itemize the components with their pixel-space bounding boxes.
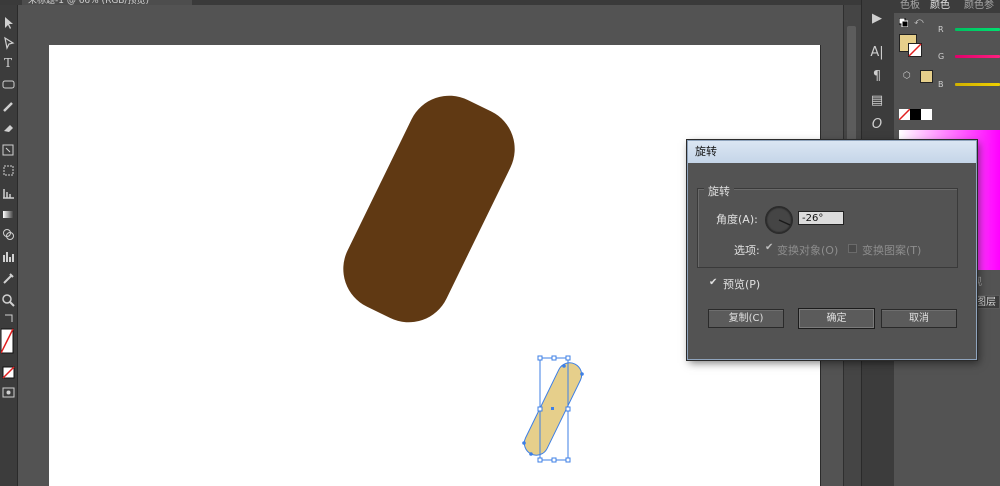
rotate-group-title: 旋转 <box>704 183 734 199</box>
shape-builder-tool-icon[interactable] <box>1 227 16 242</box>
angle-input[interactable]: -26° <box>798 211 844 225</box>
tab-color[interactable]: 颜色 <box>930 0 950 13</box>
r-slider[interactable] <box>955 28 1000 31</box>
color-panel-tabs: 色板 颜色 颜色参 <box>894 0 1000 13</box>
graph-tool-icon[interactable] <box>1 185 16 200</box>
swap-fill-stroke-icon[interactable]: ⤺ <box>914 17 924 27</box>
paragraph-panel-icon[interactable]: ¶ <box>868 68 886 86</box>
g-slider[interactable] <box>955 55 1000 58</box>
type-tool-icon[interactable]: T <box>1 55 16 70</box>
zoom-tool-icon[interactable] <box>1 293 16 308</box>
direct-selection-tool-icon[interactable] <box>1 35 16 50</box>
gamut-swatch[interactable] <box>920 70 933 83</box>
tools-panel: T <box>0 5 18 486</box>
none-color-icon[interactable] <box>1 365 16 380</box>
eyedropper-tool-icon[interactable] <box>1 271 16 286</box>
cancel-button[interactable]: 取消 <box>881 309 957 328</box>
transform-objects-checkmark[interactable]: ✔ <box>765 243 773 253</box>
svg-text:T: T <box>4 56 12 70</box>
screen-mode-icon[interactable] <box>1 385 16 400</box>
swap-colors-icon[interactable] <box>1 311 16 326</box>
preview-checkmark[interactable]: ✔ <box>709 278 717 288</box>
pencil-tool-icon[interactable] <box>1 99 16 114</box>
rectangle-tool-icon[interactable] <box>1 77 16 92</box>
rotate-tool-icon[interactable] <box>1 143 16 158</box>
b-slider[interactable] <box>955 83 1000 86</box>
angle-label: 角度(A): <box>716 213 758 226</box>
tab-color-guide[interactable]: 颜色参 <box>964 0 994 13</box>
out-of-gamut-icon[interactable]: ⬡ <box>903 72 912 81</box>
default-colors-icon[interactable] <box>898 17 909 28</box>
rotate-dialog: 旋转 旋转 角度(A): -26° 选项: ✔ 变换对象(O) 变换图案(T) … <box>687 140 977 360</box>
transform-patterns-label: 变换图案(T) <box>862 244 922 257</box>
transform-patterns-checkbox[interactable] <box>848 244 857 253</box>
dialog-title[interactable]: 旋转 <box>688 141 976 163</box>
stroke-color-swatch[interactable] <box>908 43 922 57</box>
align-panel-icon[interactable]: ▤ <box>868 92 886 110</box>
channel-g-label: G <box>938 52 945 61</box>
ok-button[interactable]: 确定 <box>798 308 875 329</box>
gradient-tool-icon[interactable] <box>1 207 16 222</box>
play-icon[interactable]: ▶ <box>868 10 886 28</box>
selection-tool-icon[interactable] <box>1 15 16 30</box>
angle-dial[interactable] <box>765 206 793 234</box>
tab-swatches[interactable]: 色板 <box>900 0 920 13</box>
eraser-tool-icon[interactable] <box>1 120 16 135</box>
fill-stroke-icon[interactable] <box>1 327 16 357</box>
transform-objects-label: 变换对象(O) <box>777 244 839 257</box>
quick-color-swatches[interactable] <box>898 108 932 121</box>
channel-r-label: R <box>938 25 944 34</box>
copy-button[interactable]: 复制(C) <box>708 309 784 328</box>
column-graph-tool-icon[interactable] <box>1 249 16 264</box>
character-panel-icon[interactable]: A| <box>868 44 886 62</box>
opentype-panel-icon[interactable]: O <box>868 116 886 134</box>
preview-label: 预览(P) <box>723 278 761 291</box>
channel-b-label: B <box>938 80 944 89</box>
width-tool-icon[interactable] <box>1 163 16 178</box>
options-label: 选项: <box>734 244 760 257</box>
